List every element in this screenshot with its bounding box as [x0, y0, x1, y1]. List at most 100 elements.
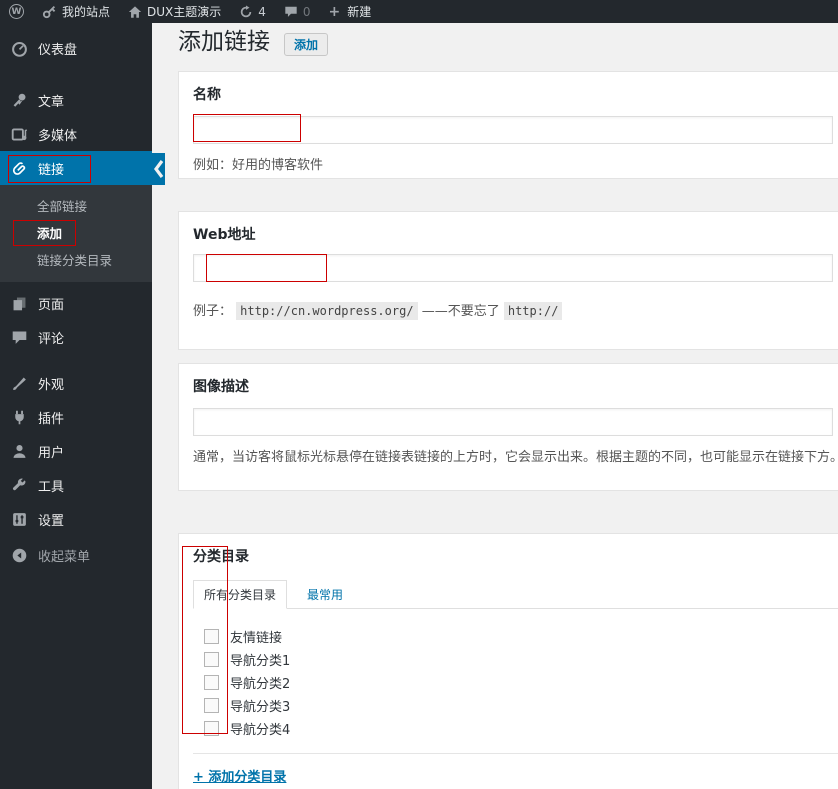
category-row: 导航分类4	[193, 717, 838, 740]
comment-count: 0	[302, 4, 311, 19]
sidebar-item-media[interactable]: 多媒体	[0, 117, 152, 151]
category-row: 友情链接	[193, 625, 838, 648]
submenu-item-add-link[interactable]: 添加	[0, 220, 152, 247]
collapse-icon	[10, 547, 29, 564]
user-icon	[10, 443, 29, 460]
sidebar-label: 外观	[38, 377, 65, 393]
name-panel: 名称 例如：好用的博客软件	[178, 71, 838, 179]
category-checklist: 友情链接 导航分类1 导航分类2 导航分类3 导航分类4	[193, 625, 838, 740]
categories-heading: 分类目录	[193, 549, 249, 565]
link-url-input[interactable]	[193, 254, 833, 282]
tab-most-used[interactable]: 最常用	[303, 581, 347, 608]
category-tabs: 所有分类目录 最常用	[193, 580, 838, 609]
sidebar-label: 用户	[38, 445, 65, 461]
link-name-input[interactable]	[193, 116, 833, 144]
description-heading: 图像描述	[193, 379, 249, 395]
sidebar-item-dashboard[interactable]: 仪表盘	[0, 31, 152, 65]
add-category-link[interactable]: + 添加分类目录	[193, 766, 286, 785]
update-icon	[239, 4, 253, 19]
category-label[interactable]: 友情链接	[230, 627, 282, 646]
sidebar-label: 文章	[38, 94, 65, 110]
plus-icon: +	[328, 3, 341, 20]
site-menu[interactable]: DUX主题演示	[119, 0, 230, 23]
name-heading: 名称	[193, 87, 221, 103]
help-prefix: 例子：	[193, 304, 233, 319]
my-sites-label: 我的站点	[62, 5, 111, 19]
sidebar-item-pages[interactable]: 页面	[0, 286, 152, 320]
new-label: 新建	[347, 5, 372, 19]
media-icon	[10, 126, 29, 143]
category-checkbox[interactable]	[204, 721, 219, 736]
category-checkbox[interactable]	[204, 698, 219, 713]
comment-bubble-icon	[10, 329, 29, 346]
tab-all-categories[interactable]: 所有分类目录	[193, 580, 288, 609]
category-label[interactable]: 导航分类1	[230, 650, 290, 669]
update-count: 4	[258, 4, 266, 19]
sidebar-item-links[interactable]: 链接	[0, 151, 152, 185]
category-checkbox[interactable]	[204, 675, 219, 690]
sidebar-label: 链接	[38, 162, 65, 178]
home-icon	[128, 5, 142, 19]
category-checkbox[interactable]	[204, 652, 219, 667]
sidebar-item-posts[interactable]: 文章	[0, 83, 152, 117]
sidebar-label: 工具	[38, 479, 65, 495]
description-help-text: 通常，当访客将鼠标光标悬停在链接表链接的上方时，它会显示出来。根据主题的不同，也…	[193, 450, 838, 465]
updates-menu[interactable]: 4	[230, 0, 275, 23]
wrench-icon	[10, 477, 29, 494]
submenu-item-all-links[interactable]: 全部链接	[0, 193, 152, 220]
divider	[193, 753, 838, 754]
link-description-input[interactable]	[193, 408, 833, 436]
pages-icon	[10, 295, 29, 312]
admin-bar: W 我的站点 DUX主题演示 4 0 + 新建	[0, 0, 838, 23]
category-label[interactable]: 导航分类3	[230, 696, 290, 715]
example-url-code: http://cn.wordpress.org/	[236, 302, 418, 320]
admin-sidebar: 仪表盘 文章 多媒体 链接 全部链接 添加 链接分类目录 页面 评论 外观 插件…	[0, 23, 152, 789]
submenu-item-link-categories[interactable]: 链接分类目录	[0, 247, 152, 274]
category-label[interactable]: 导航分类2	[230, 673, 290, 692]
brush-icon	[10, 375, 29, 392]
settings-icon	[10, 511, 29, 528]
sidebar-label: 仪表盘	[38, 42, 78, 58]
web-address-help-text: 例子： http://cn.wordpress.org/ ——不要忘了 http…	[193, 300, 838, 320]
dashboard-icon	[10, 40, 29, 57]
sidebar-label: 页面	[38, 297, 65, 313]
my-sites-menu[interactable]: 我的站点	[33, 0, 119, 23]
sidebar-item-users[interactable]: 用户	[0, 434, 152, 468]
sidebar-item-appearance[interactable]: 外观	[0, 366, 152, 400]
sidebar-label: 设置	[38, 513, 65, 529]
category-label[interactable]: 导航分类4	[230, 719, 290, 738]
web-address-heading: Web地址	[193, 227, 256, 243]
add-new-button[interactable]: 添加	[284, 33, 329, 56]
comments-menu[interactable]: 0	[275, 0, 320, 23]
new-content-menu[interactable]: + 新建	[320, 0, 381, 23]
wordpress-logo: W	[9, 4, 24, 19]
sidebar-label: 多媒体	[38, 128, 78, 144]
key-icon	[42, 4, 57, 19]
plug-icon	[10, 409, 29, 426]
sidebar-item-comments[interactable]: 评论	[0, 320, 152, 354]
sidebar-item-collapse-menu[interactable]: 收起菜单	[0, 538, 152, 572]
pin-icon	[10, 92, 29, 109]
page-title: 添加链接	[178, 29, 270, 55]
sidebar-label: 插件	[38, 411, 65, 427]
sidebar-label: 评论	[38, 331, 65, 347]
description-panel: 图像描述 通常，当访客将鼠标光标悬停在链接表链接的上方时，它会显示出来。根据主题…	[178, 363, 838, 491]
sidebar-item-settings[interactable]: 设置	[0, 502, 152, 536]
categories-panel: 分类目录 所有分类目录 最常用 友情链接 导航分类1 导航分类2 导航分类3 导…	[178, 533, 838, 789]
example-scheme-code: http://	[503, 302, 563, 320]
category-row: 导航分类2	[193, 671, 838, 694]
page-header: 添加链接 添加	[178, 28, 329, 57]
web-address-panel: Web地址 例子： http://cn.wordpress.org/ ——不要忘…	[178, 211, 838, 350]
category-row: 导航分类1	[193, 648, 838, 671]
name-help-text: 例如：好用的博客软件	[193, 158, 324, 173]
sidebar-item-plugins[interactable]: 插件	[0, 400, 152, 434]
paperclip-icon	[10, 160, 29, 177]
category-row: 导航分类3	[193, 694, 838, 717]
wordpress-menu[interactable]: W	[0, 0, 33, 23]
category-checkbox[interactable]	[204, 629, 219, 644]
comment-icon	[284, 5, 298, 19]
site-name: DUX主题演示	[147, 5, 222, 19]
help-middle: ——不要忘了	[421, 304, 500, 319]
sidebar-label: 收起菜单	[38, 549, 91, 565]
sidebar-item-tools[interactable]: 工具	[0, 468, 152, 502]
